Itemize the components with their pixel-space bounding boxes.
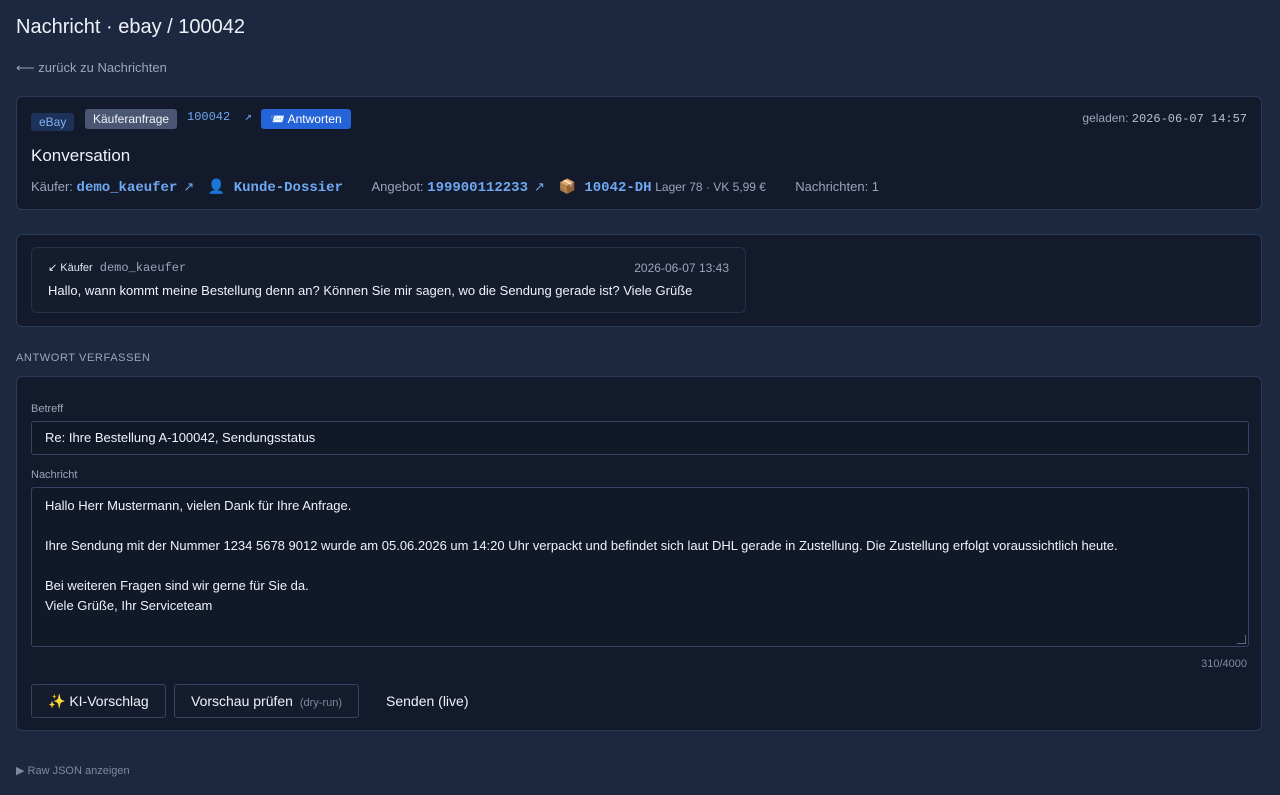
envelope-icon: 📨 — [270, 112, 285, 126]
message-item: ↙ Käufer demo_kaeufer 2026-06-07 13:43 H… — [31, 247, 746, 313]
preview-button-label: Vorschau prüfen — [191, 693, 293, 709]
reply-button-label: Antworten — [287, 112, 342, 126]
external-link-icon[interactable]: ↗ — [534, 179, 545, 194]
preview-button-hint: (dry-run) — [299, 697, 343, 709]
sku-label: 10042-DH — [584, 180, 652, 196]
order-link[interactable]: 100042 ↗ — [187, 109, 252, 124]
message-count: Nachrichten: 1 — [795, 179, 880, 194]
offer-link[interactable]: 199900112233 — [427, 180, 528, 196]
subject-label: Betreff — [31, 403, 64, 415]
reply-button[interactable]: 📨 Antworten — [261, 109, 351, 129]
message-text: Hallo Herr Mustermann, vielen Dank für I… — [45, 498, 1118, 613]
compose-section-label: ANTWORT VERFASSEN — [16, 352, 151, 364]
loaded-label: geladen: — [1082, 111, 1129, 125]
conversation-header-card: eBay Käuferanfrage 100042 ↗ 📨 Antworten … — [16, 96, 1262, 210]
customer-dossier-link[interactable]: 👤 Kunde-Dossier — [208, 180, 343, 196]
loaded-time: 2026-06-07 14:57 — [1131, 112, 1247, 126]
sparkles-icon: ✨ — [48, 693, 66, 709]
sku-link[interactable]: 📦 10042-DH — [559, 180, 652, 196]
buyer-link[interactable]: demo_kaeufer — [77, 180, 178, 196]
message-header: ↙ Käufer demo_kaeufer — [48, 261, 186, 275]
external-link-icon[interactable]: ↗ — [183, 179, 194, 194]
stock-info: Lager 78 · VK 5,99 € — [655, 180, 766, 194]
back-to-messages-link[interactable]: ⟵ zurück zu Nachrichten — [16, 60, 167, 76]
message-sender: demo_kaeufer — [99, 261, 187, 275]
type-badge: Käuferanfrage — [85, 109, 178, 129]
send-button[interactable]: Senden (live) — [369, 684, 486, 718]
message-role: Käufer — [60, 262, 93, 274]
buyer-label: Käufer: — [31, 179, 73, 194]
message-textarea[interactable]: Hallo Herr Mustermann, vielen Dank für I… — [31, 487, 1249, 647]
message-date: 2026-06-07 13:43 — [634, 261, 729, 275]
customer-dossier-label: Kunde-Dossier — [233, 180, 343, 196]
message-label: Nachricht — [31, 469, 78, 481]
conversation-meta: Käufer: demo_kaeufer ↗ 👤 Kunde-Dossier An… — [31, 179, 879, 196]
message-body: Hallo, wann kommt meine Bestellung denn … — [48, 283, 693, 298]
message-thread: ↙ Käufer demo_kaeufer 2026-06-07 13:43 H… — [16, 234, 1262, 327]
external-link-icon: ↗ — [244, 110, 252, 124]
platform-badge: eBay — [31, 113, 75, 131]
resize-handle-icon[interactable] — [1237, 635, 1246, 644]
subject-input[interactable]: Re: Ihre Bestellung A-100042, Sendungsst… — [31, 421, 1249, 455]
conversation-title: Konversation — [31, 146, 131, 165]
package-icon: 📦 — [558, 180, 576, 196]
offer-label: Angebot: — [371, 179, 424, 194]
preview-button[interactable]: Vorschau prüfen (dry-run) — [174, 684, 360, 718]
loaded-timestamp: geladen: 2026-06-07 14:57 — [1082, 111, 1247, 126]
character-counter: 310/4000 — [1201, 658, 1247, 670]
page-title: Nachricht · ebay / 100042 — [16, 16, 246, 38]
compose-card: Betreff Re: Ihre Bestellung A-100042, Se… — [16, 376, 1262, 731]
order-id: 100042 — [187, 110, 231, 124]
raw-json-toggle[interactable]: ▶ Raw JSON anzeigen — [16, 764, 130, 777]
ai-suggestion-label: KI-Vorschlag — [69, 693, 149, 709]
ai-suggestion-button[interactable]: ✨ KI-Vorschlag — [31, 684, 166, 718]
user-icon: 👤 — [207, 180, 226, 196]
incoming-arrow-icon: ↙ — [48, 262, 58, 274]
